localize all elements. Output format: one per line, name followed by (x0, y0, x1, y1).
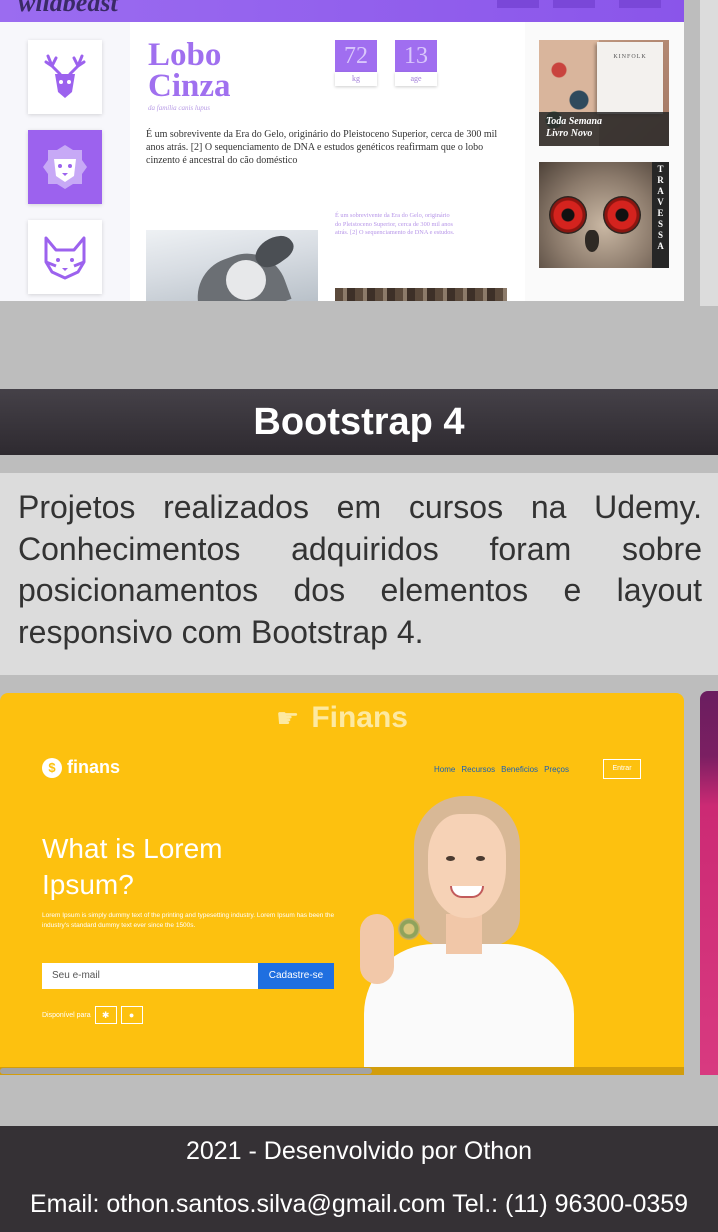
scrollbar[interactable] (700, 0, 718, 306)
stat-value: 13 (395, 40, 437, 72)
footer-credit: 2021 - Desenvolvido por Othon (185, 1137, 533, 1165)
preview-right-column: KINFOLK Toda Semana Livro Novo T R A V E… (525, 22, 684, 301)
android-icon[interactable]: ✱ (94, 1006, 117, 1024)
lion-icon (28, 130, 102, 204)
animal-subtitle: da família canis lupus (148, 104, 211, 112)
owl-beak (585, 230, 599, 252)
vertical-letter: S (657, 230, 663, 240)
book-caption-line1: Toda Semana (546, 116, 603, 127)
preview-brand: wildbeast (18, 0, 118, 17)
project-preview-lobo-cinza[interactable]: wildbeast Lobo Cinza da família canis lu… (0, 0, 684, 301)
preview-navbar: wildbeast (0, 0, 684, 22)
stat-value: 72 (335, 40, 377, 72)
nav-beneficios[interactable]: Beneficios (501, 765, 538, 774)
vertical-label: T R A V E S S A (652, 162, 669, 268)
vertical-letter: A (657, 186, 664, 196)
vertical-letter: R (657, 175, 664, 185)
section-description: Projetos realizados em cursos na Udemy. … (0, 473, 718, 675)
vertical-letter: V (657, 197, 664, 207)
animal-title-line1: Lobo (148, 37, 222, 73)
forest-image (335, 288, 507, 301)
scrollbar-thumb[interactable] (0, 1068, 372, 1074)
nav-box (497, 0, 539, 8)
finans-body: Lorem Ipsum is simply dummy text of the … (42, 912, 335, 929)
animal-description: É um sobrevivente da Era do Gelo, origin… (146, 129, 498, 166)
book-promo-image[interactable]: KINFOLK Toda Semana Livro Novo (539, 40, 669, 146)
animal-sidebar (0, 22, 130, 301)
section-title: Bootstrap 4 (0, 389, 718, 455)
nav-home[interactable]: Home (434, 765, 455, 774)
finans-card-title: ☛ Finans (0, 701, 684, 735)
book-brand: KINFOLK (613, 54, 647, 60)
available-for: Disponível para ✱ ● (42, 1006, 143, 1024)
animal-title-line2: Cinza (148, 68, 231, 104)
pointing-hand-icon: ☛ (276, 703, 300, 733)
owl-eye (603, 196, 641, 234)
stat-label: age (395, 72, 437, 86)
enter-button[interactable]: Entrar (603, 759, 641, 779)
vertical-letter: A (657, 241, 664, 251)
vertical-letter: E (657, 208, 664, 218)
dollar-coin-icon: $ (42, 757, 62, 778)
deer-icon (28, 40, 102, 114)
nav-box (553, 0, 595, 8)
available-label: Disponível para (42, 1011, 91, 1019)
signup-button[interactable]: Cadastre-se (258, 963, 334, 989)
stat-weight: 72 kg (335, 40, 377, 86)
book-caption: Toda Semana Livro Novo (539, 112, 669, 146)
owl-image[interactable]: T R A V E S S A (539, 162, 669, 268)
project-preview-finans[interactable]: ☛ Finans $ finans Home Recursos Beneficio… (0, 693, 684, 1075)
finans-headline: What is Lorem Ipsum? (42, 833, 223, 900)
nav-recursos[interactable]: Recursos (461, 765, 495, 774)
stat-label: kg (335, 72, 377, 86)
footer-contact: Email: othon.santos.silva@gmail.com Tel.… (29, 1190, 689, 1218)
howling-wolf-image (146, 230, 318, 301)
woman-holding-coin-image (354, 796, 574, 1075)
stat-age: 13 age (395, 40, 437, 86)
animal-title: Lobo Cinza (148, 37, 231, 104)
nav-precos[interactable]: Preços (544, 765, 569, 774)
next-project-preview[interactable] (700, 691, 718, 1075)
footer: 2021 - Desenvolvido por Othon Email: oth… (0, 1126, 718, 1232)
fox-icon (28, 220, 102, 294)
finans-nav: Home Recursos Beneficios Preços (434, 765, 569, 774)
animal-content: Lobo Cinza da família canis lupus 72 kg … (130, 22, 525, 301)
finans-title-text: Finans (311, 701, 408, 734)
email-field[interactable]: Seu e-mail (42, 963, 258, 989)
horizontal-scrollbar[interactable] (0, 1067, 684, 1075)
book-caption-line2: Livro Novo (546, 128, 593, 139)
finans-logo[interactable]: $ finans (42, 757, 120, 778)
owl-eye (549, 196, 587, 234)
nav-box (619, 0, 661, 8)
vertical-letter: S (657, 219, 663, 229)
vertical-letter: T (657, 164, 664, 174)
finans-logo-text: finans (67, 757, 121, 777)
animal-small-text: É um sobrevivente da Era do Gelo, origin… (335, 212, 455, 236)
apple-icon[interactable]: ● (120, 1006, 143, 1024)
